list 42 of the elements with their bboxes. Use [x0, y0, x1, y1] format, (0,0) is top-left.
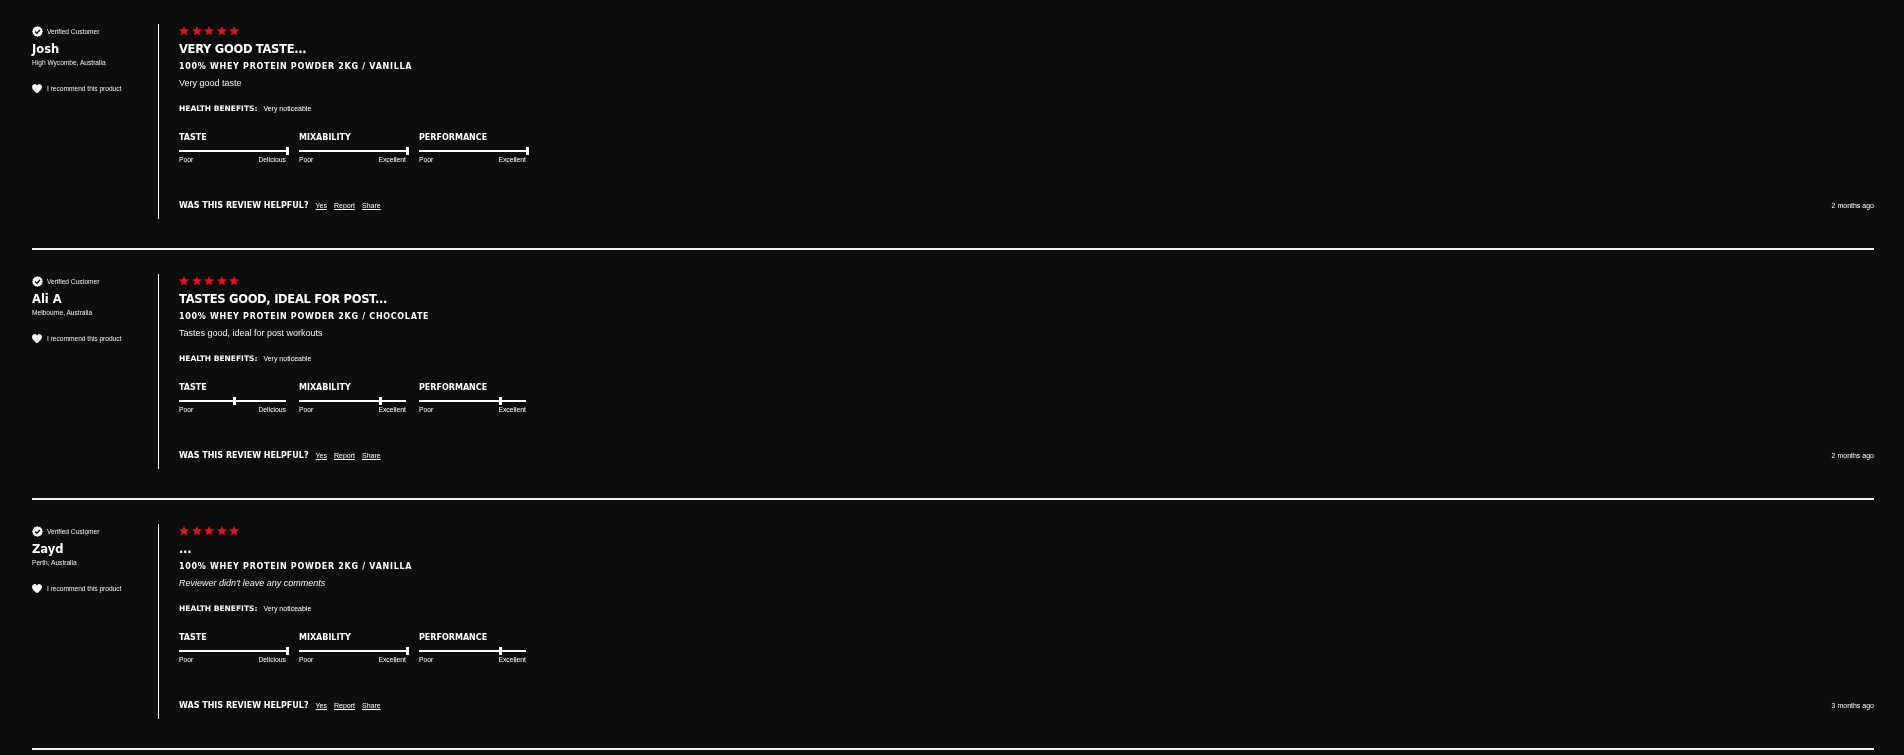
reviewer-name: Ali A [32, 292, 63, 306]
star-icon [179, 276, 189, 286]
product-variant: 100% WHEY PROTEIN POWDER 2KG / VANILLA [179, 562, 413, 573]
star-icon [179, 26, 189, 36]
rating-label: TASTE [179, 133, 208, 144]
product-variant: 100% WHEY PROTEIN POWDER 2KG / CHOCOLATE [179, 312, 430, 323]
reviewer-name: Zayd [32, 542, 65, 556]
star-icon [216, 276, 227, 286]
star-icon [191, 276, 202, 286]
verified-badge-icon [32, 276, 43, 287]
star-icon [229, 26, 239, 36]
rating-label: MIXABILITY [299, 633, 352, 644]
review-comment: Tastes good, ideal for post workouts [179, 328, 323, 340]
review-comment: Reviewer didn't leave any comments [179, 578, 326, 590]
verified-badge-icon [32, 26, 43, 37]
verified-badge-icon [32, 526, 43, 537]
helpful-prompt: WAS THIS REVIEW HELPFUL? [179, 201, 309, 211]
review-title: VERY GOOD TASTE... [179, 43, 307, 57]
helpful-prompt: WAS THIS REVIEW HELPFUL? [179, 451, 309, 461]
review-comment: Very good taste [179, 78, 242, 90]
star-icon [216, 26, 227, 36]
star-icon [229, 276, 239, 286]
star-icon [204, 276, 214, 286]
helpful-prompt: WAS THIS REVIEW HELPFUL? [179, 701, 309, 711]
rating-label: TASTE [179, 633, 208, 644]
star-icon [179, 526, 189, 536]
star-icon [204, 26, 214, 36]
star-icon [191, 526, 202, 536]
star-icon [229, 526, 239, 536]
rating-label: PERFORMANCE [419, 633, 489, 644]
star-icon [191, 26, 202, 36]
rating-label: MIXABILITY [299, 133, 352, 144]
rating-label: PERFORMANCE [419, 383, 489, 394]
rating-label: TASTE [179, 383, 208, 394]
review-title: ... [179, 543, 192, 557]
review-title: TASTES GOOD, IDEAL FOR POST... [179, 293, 388, 307]
reviewer-name: Josh [32, 42, 61, 56]
star-icon [216, 526, 227, 536]
product-variant: 100% WHEY PROTEIN POWDER 2KG / VANILLA [179, 62, 413, 73]
star-icon [204, 526, 214, 536]
rating-label: PERFORMANCE [419, 133, 489, 144]
rating-label: MIXABILITY [299, 383, 352, 394]
